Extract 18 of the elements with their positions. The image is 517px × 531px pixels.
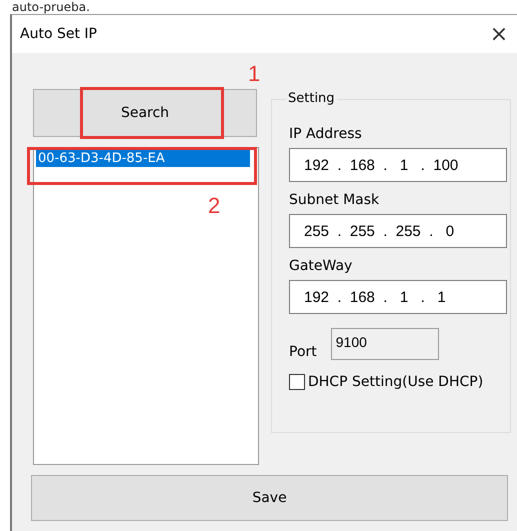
field-label: GateWay [289,258,354,274]
checkbox[interactable] [289,374,305,390]
ip-address-field[interactable]: 255 . 255 . 255 . 0 [289,214,507,248]
checkbox-label: DHCP Setting(Use DHCP) [308,374,484,390]
ip-address-field[interactable]: 192 . 168 . 1 . 100 [289,148,507,182]
caption-text: auto-prueba. [11,0,91,14]
annotation-number: 2 [208,193,220,219]
field-label: Port [289,344,317,360]
window-title: Auto Set IP [20,26,97,42]
save-button[interactable]: Save [31,475,508,521]
search-button[interactable]: Search [33,89,257,137]
device-item[interactable]: 00-63-D3-4D-85-EA [36,150,250,167]
annotation-number: 1 [248,61,260,87]
field-label: Subnet Mask [289,192,380,208]
field-label: IP Address [289,126,363,142]
port-field[interactable]: 9100 [330,328,439,360]
group-title: Setting [286,91,337,106]
ip-address-field[interactable]: 192 . 168 . 1 . 1 [289,280,507,314]
